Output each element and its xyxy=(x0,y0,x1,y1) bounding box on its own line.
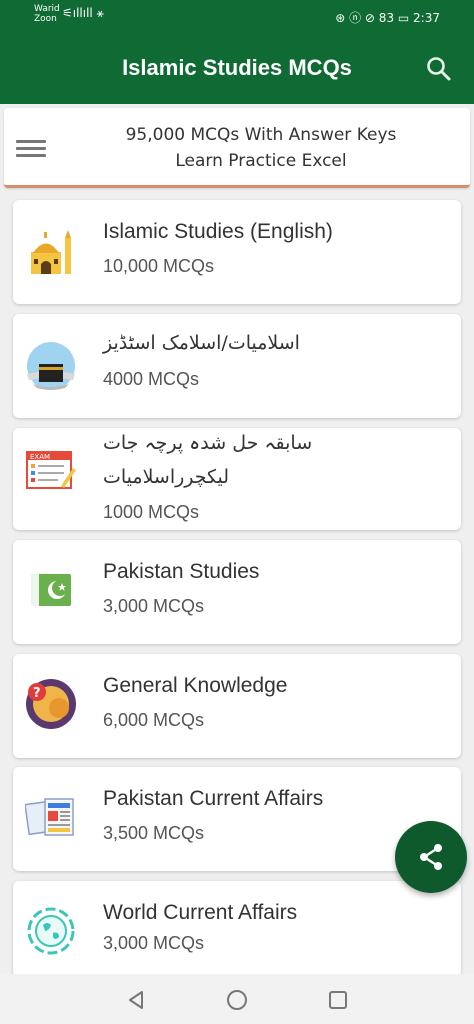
category-count: 3,500 MCQs xyxy=(103,823,205,843)
back-icon[interactable] xyxy=(124,988,148,1012)
search-button[interactable] xyxy=(424,54,454,84)
menu-button[interactable] xyxy=(16,136,46,160)
category-title: Pakistan Current Affairs xyxy=(103,787,324,810)
hamburger-line xyxy=(16,147,46,150)
category-count: 6,000 MCQs xyxy=(103,710,205,730)
recents-icon[interactable] xyxy=(326,988,350,1012)
globe-icon xyxy=(25,905,77,957)
banner-line-2: Learn Practice Excel xyxy=(175,151,347,171)
category-card-islamiyat-urdu[interactable]: اسلامیات/اسلامک اسٹڈیز 4000 MCQs xyxy=(13,314,461,418)
category-card-islamic-studies-english[interactable]: Islamic Studies (English) 10,000 MCQs xyxy=(13,200,461,304)
category-title: General Knowledge xyxy=(103,674,288,697)
svg-text:?: ? xyxy=(33,686,41,701)
category-title: سابقہ حل شدہ پرچہ جات xyxy=(103,432,313,454)
home-icon[interactable] xyxy=(225,988,249,1012)
share-button[interactable] xyxy=(395,821,467,893)
category-count: 1000 MCQs xyxy=(103,502,200,522)
status-bar: Warid Zoon ⚟ıllıll ⚹ ⊛ ⓝ ⊘ 83 ▭ 2:37 xyxy=(0,0,474,34)
newspaper-icon xyxy=(24,791,77,843)
category-title-line-2: لیکچرراسلامیات xyxy=(103,466,230,488)
category-card-past-papers[interactable]: EXAM سابقہ حل شدہ پرچہ جات لیکچرراسلامیا… xyxy=(13,428,461,530)
app-title: Islamic Studies MCQs xyxy=(122,55,352,80)
svg-text:EXAM: EXAM xyxy=(30,453,50,461)
share-icon xyxy=(420,844,442,870)
header-banner: 95,000 MCQs With Answer Keys Learn Pract… xyxy=(4,108,470,188)
category-title: World Current Affairs xyxy=(103,901,298,924)
category-title: Islamic Studies (English) xyxy=(103,220,333,243)
category-count: 10,000 MCQs xyxy=(103,256,215,276)
category-count: 3,000 MCQs xyxy=(103,933,205,953)
status-right-icons: ⊛ ⓝ ⊘ 83 ▭ 2:37 xyxy=(335,11,440,25)
pakistan-flag-icon xyxy=(25,564,77,616)
category-card-pakistan-current-affairs[interactable]: Pakistan Current Affairs 3,500 MCQs xyxy=(13,767,461,871)
carrier-name-2: Zoon xyxy=(34,14,57,24)
banner-text: 95,000 MCQs With Answer Keys Learn Pract… xyxy=(60,122,462,174)
kaaba-icon xyxy=(25,340,77,392)
mosque-icon xyxy=(25,226,77,278)
banner-line-1: 95,000 MCQs With Answer Keys xyxy=(125,125,397,145)
carrier-name: Warid xyxy=(34,4,60,14)
app-bar: Islamic Studies MCQs xyxy=(0,34,474,104)
system-navigation-bar xyxy=(0,974,474,1024)
hamburger-line xyxy=(16,154,46,157)
exam-paper-icon: EXAM xyxy=(25,446,77,498)
category-card-pakistan-studies[interactable]: Pakistan Studies 3,000 MCQs xyxy=(13,540,461,644)
category-title: اسلامیات/اسلامک اسٹڈیز xyxy=(103,332,300,354)
category-count: 4000 MCQs xyxy=(103,369,200,389)
search-icon xyxy=(427,57,451,81)
signal-icons: ⚟ıllıll ⚹ xyxy=(62,6,104,20)
category-count: 3,000 MCQs xyxy=(103,596,205,616)
category-card-general-knowledge[interactable]: ? General Knowledge 6,000 MCQs xyxy=(13,654,461,758)
category-card-world-current-affairs[interactable]: World Current Affairs 3,000 MCQs xyxy=(13,881,461,977)
hamburger-menu-icon xyxy=(16,140,46,143)
knowledge-icon: ? xyxy=(25,678,77,730)
category-title: Pakistan Studies xyxy=(103,560,260,583)
status-left: Warid Zoon ⚟ıllıll ⚹ xyxy=(34,4,104,24)
